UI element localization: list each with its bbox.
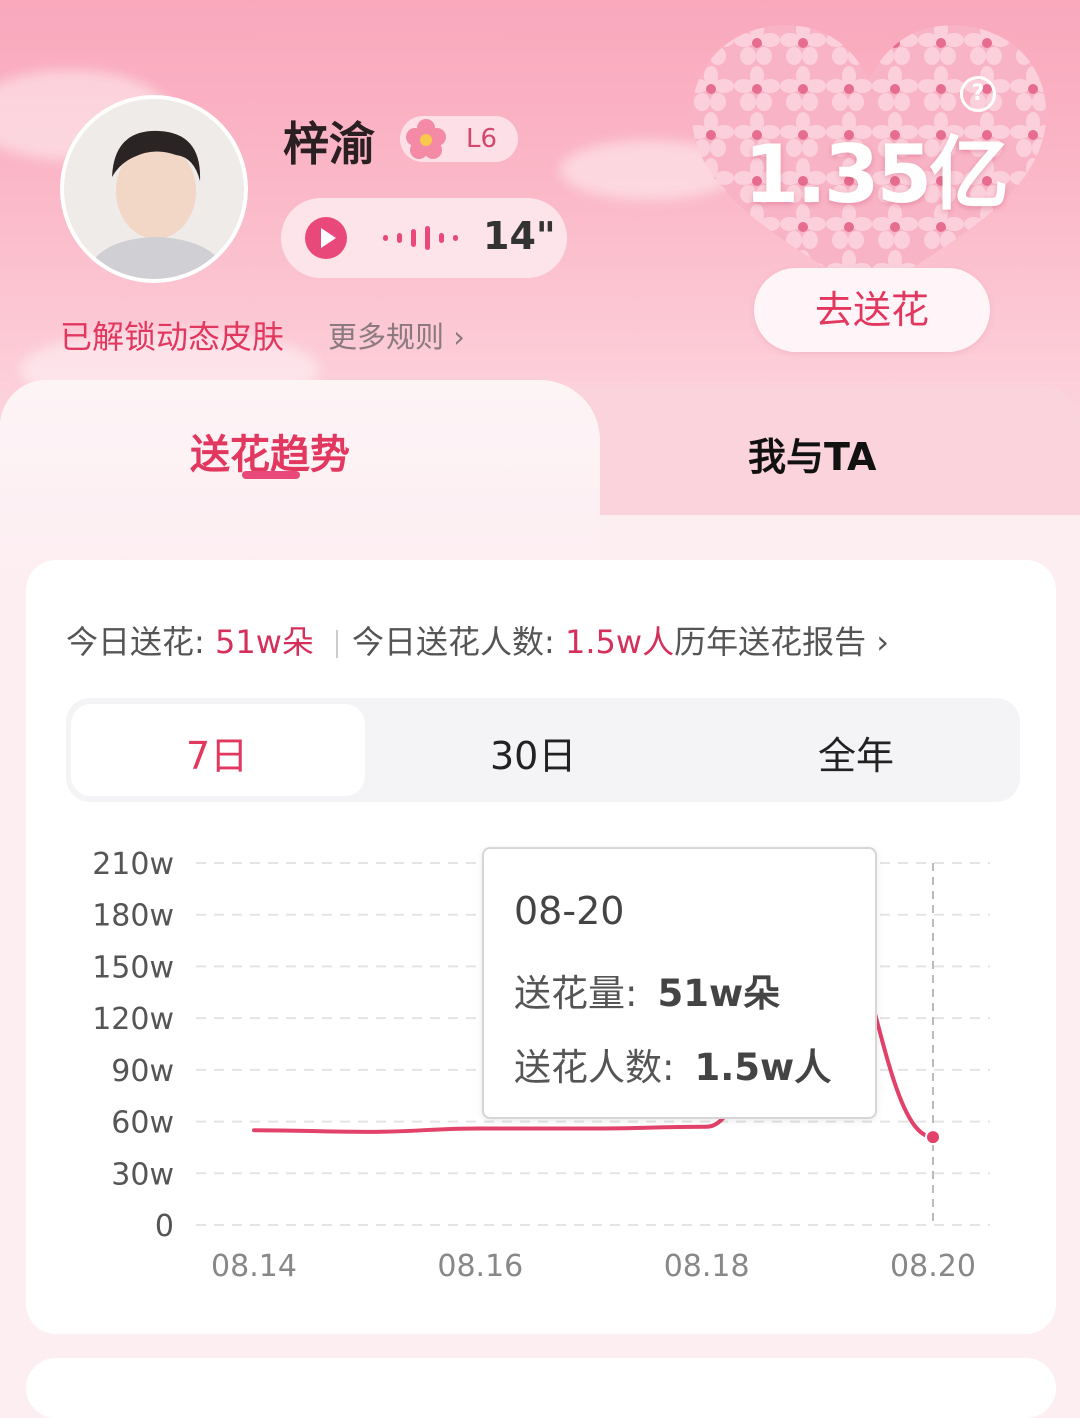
y-tick-label: 90w: [111, 1054, 174, 1089]
today-people-value: 1.5w人: [565, 623, 675, 661]
flower-icon: [406, 119, 446, 159]
x-tick-label: 08.14: [211, 1249, 297, 1284]
tooltip-people-value: 1.5w人: [694, 1046, 832, 1089]
today-stats: 今日送花: 51w朵 今日送花人数: 1.5w人历年送花报告 ›: [66, 617, 889, 663]
next-card: [26, 1358, 1056, 1418]
send-flower-button[interactable]: 去送花: [754, 268, 990, 352]
range-7-days[interactable]: 7日: [186, 725, 248, 780]
avatar[interactable]: [60, 95, 248, 283]
flower-total-count: 1.35亿: [743, 128, 1009, 221]
divider: [336, 630, 339, 658]
tab-me-and-ta[interactable]: 我与TA: [748, 426, 876, 481]
tooltip-date: 08-20: [514, 889, 625, 933]
tooltip-people-label: 送花人数:: [514, 1046, 675, 1089]
range-selector: 7日 30日 全年: [66, 698, 1020, 802]
level-label: L6: [466, 124, 498, 154]
tab-active-background: [0, 380, 600, 580]
voice-duration: 14": [483, 214, 556, 258]
help-icon[interactable]: ?: [960, 76, 996, 112]
tooltip-amount-value: 51w朵: [657, 972, 781, 1015]
x-tick-label: 08.18: [664, 1249, 750, 1284]
tooltip-amount: 送花量: 51w朵: [514, 963, 780, 1017]
y-tick-label: 120w: [92, 1002, 174, 1037]
y-tick-label: 150w: [92, 950, 174, 985]
sound-wave-icon: [383, 226, 458, 250]
x-tick-label: 08.20: [890, 1249, 976, 1284]
unlocked-skin-text: 已解锁动态皮肤: [60, 318, 285, 356]
tooltip-people: 送花人数: 1.5w人: [514, 1037, 831, 1091]
y-tick-label: 0: [155, 1209, 174, 1244]
play-icon[interactable]: [305, 217, 347, 259]
voice-intro[interactable]: 14": [281, 198, 567, 278]
tooltip-amount-label: 送花量:: [514, 972, 638, 1015]
user-name: 梓渝: [283, 117, 375, 171]
chart-tooltip: 08-20 送花量: 51w朵 送花人数: 1.5w人: [482, 847, 877, 1119]
y-tick-label: 60w: [111, 1106, 174, 1141]
y-tick-label: 180w: [92, 899, 174, 934]
today-flower-value: 51w朵: [214, 623, 314, 661]
range-30-days[interactable]: 30日: [490, 725, 576, 780]
y-tick-label: 210w: [92, 847, 174, 882]
yearly-report-link[interactable]: 历年送花报告 ›: [674, 623, 889, 661]
highlight-point: [925, 1129, 941, 1146]
tab-active-indicator: [242, 471, 300, 479]
level-badge: L6: [400, 116, 518, 162]
y-tick-label: 30w: [111, 1157, 174, 1192]
today-people-label: 今日送花人数:: [352, 623, 555, 661]
x-tick-label: 08.16: [437, 1249, 523, 1284]
today-flower-label: 今日送花:: [66, 623, 205, 661]
range-year[interactable]: 全年: [818, 725, 894, 780]
more-rules-link[interactable]: 更多规则 ›: [328, 314, 465, 356]
